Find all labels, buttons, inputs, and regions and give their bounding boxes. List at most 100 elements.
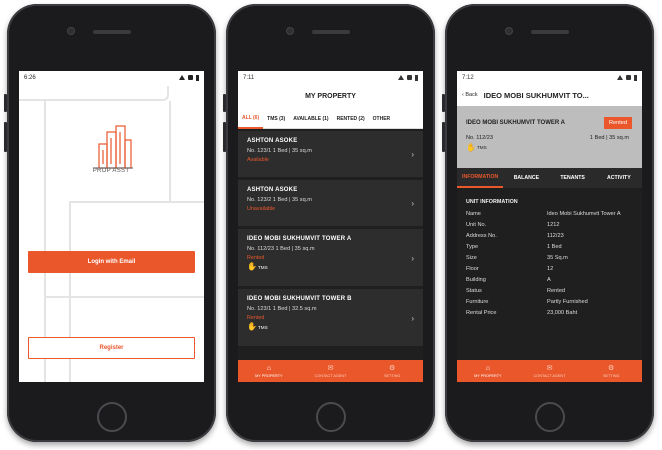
tab-tenants[interactable]: TENANTS [550,168,596,188]
property-name: ASHTON ASOKE [247,138,298,144]
wifi-icon [398,75,404,80]
property-status: Rented [247,315,265,321]
chevron-right-icon: › [411,150,414,159]
page-title: IDEO MOBI SUKHUMVIT TO... [483,90,589,100]
nav-my-property[interactable]: ⌂ MY PROPERTY [238,360,300,382]
tab-tms[interactable]: TMS (3) [263,109,289,129]
detail-header: 7:12 ‹ Back IDEO MOBI SUKHUMVIT TO... [457,71,642,106]
wifi-icon [179,75,185,80]
background-line [19,86,169,101]
background-line [44,296,204,298]
side-button [223,122,226,152]
info-row: Name Ideo Mobi Sukhumvit Tower A [466,211,621,217]
login-with-email-button[interactable]: Login with Email [28,251,195,273]
property-detail-screen: 7:12 ‹ Back IDEO MOBI SUKHUMVIT TO... ID… [457,71,642,382]
nav-setting[interactable]: ⚙ SETTING [580,360,642,382]
unit-information: UNIT INFORMATION Name Ideo Mobi Sukhumvit… [457,188,642,316]
mail-icon: ✉ [327,364,334,372]
nav-my-property[interactable]: ⌂ MY PROPERTY [457,360,519,382]
phone-detail: 7:12 ‹ Back IDEO MOBI SUKHUMVIT TO... ID… [442,4,654,442]
tab-balance[interactable]: BALANCE [503,168,549,188]
status-bar: 7:12 [457,71,642,84]
property-info: No. 123/1 1 Bed | 32.5 sq.m [247,306,317,312]
home-button[interactable] [534,402,565,432]
tab-information[interactable]: INFORMATION [457,168,504,188]
side-button [442,94,445,112]
property-summary: IDEO MOBI SUKHUMVIT TOWER A Rented No. 1… [457,106,642,168]
side-button [442,122,445,152]
property-info: No. 112/23 1 Bed | 35 sq.m [247,246,315,252]
logo-text: PROP ASST [92,168,130,174]
home-icon: ⌂ [485,364,490,372]
info-row: Address No. 112/23 [466,233,564,239]
tab-other[interactable]: OTHER [369,109,395,129]
mail-icon: ✉ [546,364,553,372]
info-row: Rental Price 23,000 Baht [466,310,578,316]
earpiece [92,30,131,34]
battery-icon [634,74,637,81]
status-bar: 6:26 [19,71,204,84]
chevron-right-icon: › [411,253,414,263]
property-card[interactable]: IDEO MOBI SUKHUMVIT TOWER A No. 112/23 1… [238,229,423,286]
status-time: 7:12 [462,74,474,81]
battery-icon [415,74,418,81]
info-row: Floor 12 [466,266,554,272]
side-button [4,94,7,112]
bottom-nav: ⌂ MY PROPERTY ✉ CONTACT AGENT ⚙ SETTING [457,360,642,382]
property-status: Unavailable [247,206,276,212]
login-screen: 6:26 PROP ASST Login with Email Register [19,71,204,382]
property-status: Rented [247,255,265,261]
nav-contact-agent[interactable]: ✉ CONTACT AGENT [300,360,362,382]
home-icon: ⌂ [266,364,271,372]
property-card[interactable]: ASHTON ASOKE No. 123/1 1 Bed | 35 sq.m A… [238,131,423,177]
tms-hand-icon: ✋ [247,322,257,331]
status-badge: Rented [603,117,632,129]
gear-icon: ⚙ [389,364,396,372]
section-title: UNIT INFORMATION [466,199,518,205]
back-button[interactable]: ‹ Back [462,92,478,98]
property-list: ASHTON ASOKE No. 123/1 1 Bed | 35 sq.m A… [238,129,423,346]
phone-login: 6:26 PROP ASST Login with Email Register [4,4,216,442]
register-button[interactable]: Register [28,337,195,359]
background-line [69,201,204,203]
property-info: No. 123/2 1 Bed | 35 sq.m [247,197,312,203]
building-logo-icon [93,125,133,169]
nav-contact-agent[interactable]: ✉ CONTACT AGENT [519,360,581,382]
tab-all[interactable]: ALL (6) [238,109,264,129]
signal-icon [188,75,193,80]
property-card[interactable]: ASHTON ASOKE No. 123/2 1 Bed | 35 sq.m U… [238,180,423,226]
detail-tabs: INFORMATION BALANCE TENANTS ACTIVITY [457,168,642,188]
camera [286,27,294,35]
info-row: Size 35 Sq.m [466,255,568,261]
battery-icon [196,74,199,81]
gear-icon: ⚙ [608,364,615,372]
info-row: Status Rented [466,288,566,294]
tab-available[interactable]: AVAILABLE (1) [289,109,332,129]
side-button [4,122,7,152]
home-button[interactable] [96,402,127,432]
page-title: MY PROPERTY [305,93,356,100]
info-row: Type 1 Bed [466,244,562,250]
info-row: Unit No. 1212 [466,222,560,228]
info-row: Furniture Partly Furnished [466,299,588,305]
status-time: 6:26 [24,74,36,81]
signal-icon [626,75,631,80]
property-info: No. 123/1 1 Bed | 35 sq.m [247,148,312,154]
tms-label: TMS [257,264,268,270]
wifi-icon [617,75,623,80]
home-button[interactable] [315,402,346,432]
unit-summary: 1 Bed | 35 sq.m [589,135,629,141]
camera [67,27,75,35]
status-time: 7:11 [243,74,255,81]
tab-rented[interactable]: RENTED (2) [333,109,369,129]
phone-list: 7:11 MY PROPERTY ALL (6) TMS (3) AVAILAB… [223,4,435,442]
bottom-nav: ⌂ MY PROPERTY ✉ CONTACT AGENT ⚙ SETTING [238,360,423,382]
property-name: ASHTON ASOKE [247,187,298,193]
chevron-right-icon: › [411,313,414,323]
property-status: Available [247,157,269,163]
chevron-right-icon: › [411,199,414,208]
tab-activity[interactable]: ACTIVITY [596,168,642,188]
nav-setting[interactable]: ⚙ SETTING [361,360,423,382]
list-header: 7:11 MY PROPERTY ALL (6) TMS (3) AVAILAB… [238,71,423,129]
property-card[interactable]: IDEO MOBI SUKHUMVIT TOWER B No. 123/1 1 … [238,289,423,346]
